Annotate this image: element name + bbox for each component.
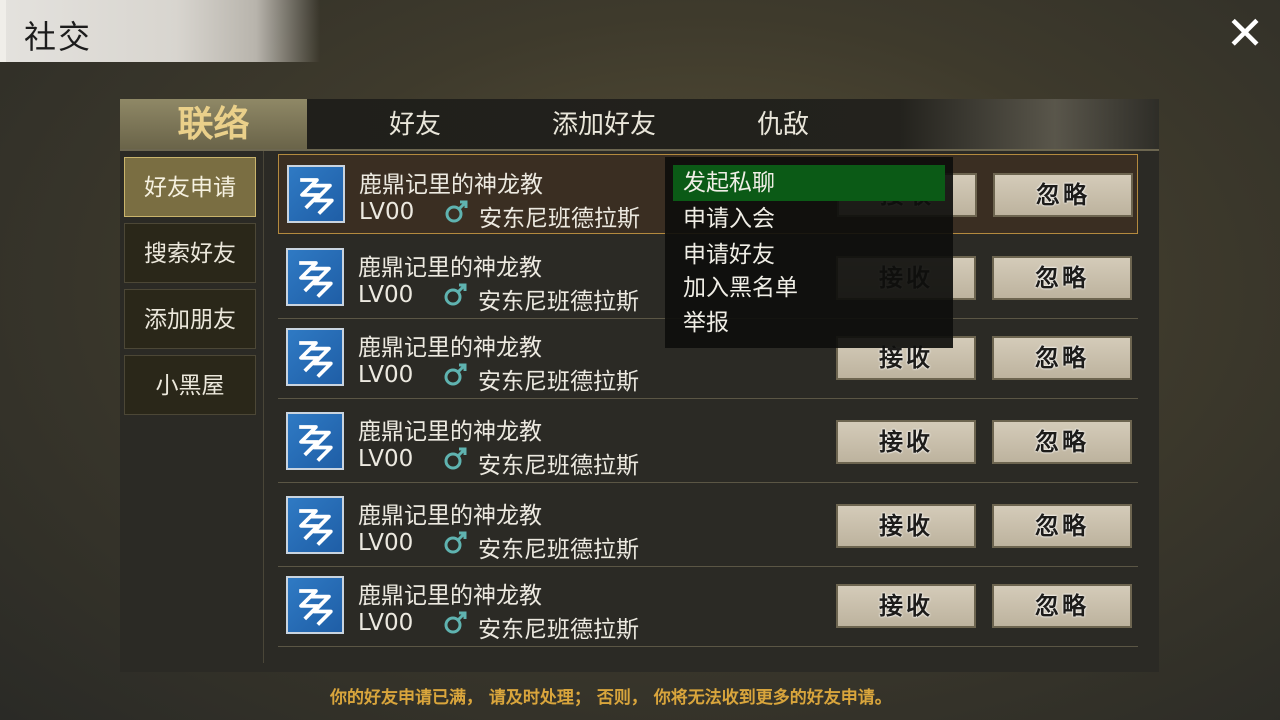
accept-button[interactable]: 接收 bbox=[836, 584, 976, 628]
player-server: 安东尼班德拉斯 bbox=[478, 289, 639, 315]
menu-item-add-friend[interactable]: 申请好友 bbox=[673, 237, 945, 273]
avatar[interactable] bbox=[286, 412, 344, 470]
tab-bar: 联络 好友 添加好友 仇敌 bbox=[120, 99, 1159, 151]
tab-contact[interactable]: 联络 bbox=[120, 99, 307, 149]
ignore-button[interactable]: 忽略 bbox=[992, 336, 1132, 380]
male-icon bbox=[441, 529, 469, 557]
player-level: LV00 bbox=[359, 199, 415, 225]
player-name: 鹿鼎记里的神龙教 bbox=[358, 583, 542, 609]
sidebar-item-add-friends[interactable]: 添加朋友 bbox=[124, 289, 256, 349]
player-server: 安东尼班德拉斯 bbox=[478, 537, 639, 563]
menu-item-blacklist[interactable]: 加入黑名单 bbox=[673, 270, 945, 306]
menu-item-join-guild[interactable]: 申请入会 bbox=[673, 201, 945, 237]
player-server: 安东尼班德拉斯 bbox=[478, 453, 639, 479]
tab-enemies[interactable]: 仇敌 bbox=[723, 99, 843, 149]
player-server: 安东尼班德拉斯 bbox=[479, 206, 640, 232]
menu-item-report[interactable]: 举报 bbox=[673, 305, 945, 341]
ignore-button[interactable]: 忽略 bbox=[993, 173, 1133, 217]
request-limit-notice: 你的好友申请已满， 请及时处理； 否则， 你将无法收到更多的好友申请。 bbox=[330, 688, 892, 708]
context-menu: 发起私聊 申请入会 申请好友 加入黑名单 举报 bbox=[665, 157, 953, 348]
male-icon bbox=[441, 609, 469, 637]
sidebar-divider bbox=[263, 151, 264, 663]
page-title: 社交 bbox=[24, 18, 93, 56]
header-bar: 社交 bbox=[0, 0, 320, 62]
male-icon bbox=[441, 445, 469, 473]
social-panel: 联络 好友 添加好友 仇敌 好友申请 搜索好友 添加朋友 小黑屋 鹿鼎记里的神龙… bbox=[120, 99, 1159, 672]
player-level: LV00 bbox=[358, 610, 414, 636]
friend-request-row[interactable]: 鹿鼎记里的神龙教 LV00 安东尼班德拉斯 接收 忽略 bbox=[278, 486, 1138, 567]
player-server: 安东尼班德拉斯 bbox=[478, 617, 639, 643]
avatar[interactable] bbox=[286, 576, 344, 634]
ignore-button[interactable]: 忽略 bbox=[992, 504, 1132, 548]
friend-request-row[interactable]: 鹿鼎记里的神龙教 LV00 安东尼班德拉斯 接收 忽略 bbox=[278, 566, 1138, 647]
ignore-button[interactable]: 忽略 bbox=[992, 584, 1132, 628]
sidebar-item-search-friends[interactable]: 搜索好友 bbox=[124, 223, 256, 283]
player-level: LV00 bbox=[358, 446, 414, 472]
player-name: 鹿鼎记里的神龙教 bbox=[358, 503, 542, 529]
player-level: LV00 bbox=[358, 530, 414, 556]
sidebar-item-friend-requests[interactable]: 好友申请 bbox=[124, 157, 256, 217]
menu-item-private-chat[interactable]: 发起私聊 bbox=[673, 165, 945, 201]
avatar[interactable] bbox=[286, 248, 344, 306]
avatar[interactable] bbox=[286, 496, 344, 554]
player-name: 鹿鼎记里的神龙教 bbox=[358, 419, 542, 445]
male-icon bbox=[441, 281, 469, 309]
player-name: 鹿鼎记里的神龙教 bbox=[359, 172, 543, 198]
accept-button[interactable]: 接收 bbox=[836, 420, 976, 464]
player-level: LV00 bbox=[358, 362, 414, 388]
tab-friends[interactable]: 好友 bbox=[355, 99, 475, 149]
close-icon[interactable]: ✕ bbox=[1222, 10, 1268, 56]
ignore-button[interactable]: 忽略 bbox=[992, 420, 1132, 464]
avatar[interactable] bbox=[287, 165, 345, 223]
player-level: LV00 bbox=[358, 282, 414, 308]
ignore-button[interactable]: 忽略 bbox=[992, 256, 1132, 300]
male-icon bbox=[441, 361, 469, 389]
player-name: 鹿鼎记里的神龙教 bbox=[358, 255, 542, 281]
tab-add-friend[interactable]: 添加好友 bbox=[534, 99, 674, 149]
friend-request-row[interactable]: 鹿鼎记里的神龙教 LV00 安东尼班德拉斯 接收 忽略 bbox=[278, 402, 1138, 483]
male-icon bbox=[442, 198, 470, 226]
player-name: 鹿鼎记里的神龙教 bbox=[358, 335, 542, 361]
accept-button[interactable]: 接收 bbox=[836, 504, 976, 548]
avatar[interactable] bbox=[286, 328, 344, 386]
sidebar-item-blacklist[interactable]: 小黑屋 bbox=[124, 355, 256, 415]
player-server: 安东尼班德拉斯 bbox=[478, 369, 639, 395]
